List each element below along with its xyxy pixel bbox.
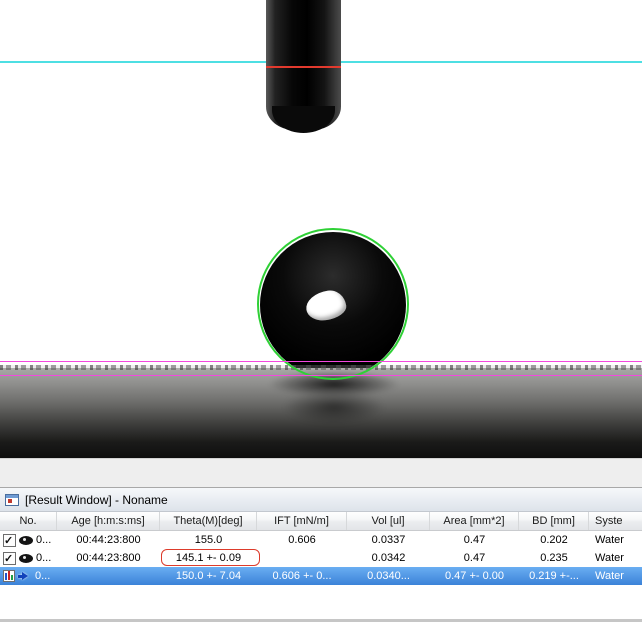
baseline-line-lower (0, 375, 642, 376)
table-row[interactable]: 0... 00:44:23:800 155.0 0.606 0.0337 0.4… (0, 531, 642, 549)
cell-no: 0... (0, 549, 57, 567)
cell-system: Water (589, 549, 642, 567)
statistics-icon (3, 570, 15, 582)
header-no[interactable]: No. (0, 512, 57, 530)
cell-system: Water (589, 531, 642, 549)
cell-system: Water (589, 567, 642, 585)
header-bd[interactable]: BD [mm] (519, 512, 589, 530)
visibility-checkbox[interactable] (3, 534, 16, 547)
cell-no: 0... (0, 567, 57, 585)
droplet-reflection-soft (283, 390, 385, 424)
table-row[interactable]: 0... 00:44:23:800 145.1 +- 0.09 0.0342 0… (0, 549, 642, 567)
row-number: 0... (36, 549, 51, 567)
eye-icon (19, 536, 33, 545)
cell-vol: 0.0337 (347, 531, 430, 549)
row-number: 0... (36, 531, 51, 549)
needle-marker-line (266, 66, 341, 68)
window-background-strip (0, 458, 642, 487)
eye-icon (19, 554, 33, 563)
cell-bd: 0.219 +-... (519, 567, 589, 585)
visibility-checkbox[interactable] (3, 552, 16, 565)
cell-ift: 0.606 (257, 531, 347, 549)
fit-circle-overlay (257, 228, 409, 380)
needle-tip-image (272, 106, 335, 133)
cell-area: 0.47 (430, 549, 519, 567)
cell-theta: 155.0 (160, 531, 257, 549)
header-age[interactable]: Age [h:m:s:ms] (57, 512, 160, 530)
header-theta[interactable]: Theta(M)[deg] (160, 512, 257, 530)
header-vol[interactable]: Vol [ul] (347, 512, 430, 530)
cell-area: 0.47 +- 0.00 (430, 567, 519, 585)
header-area[interactable]: Area [mm*2] (430, 512, 519, 530)
cell-theta: 145.1 +- 0.09 (160, 549, 257, 567)
result-window-title-bar[interactable]: [Result Window] - Noname (0, 488, 642, 512)
cell-ift: 0.606 +- 0... (257, 567, 347, 585)
camera-view (0, 0, 642, 458)
app-screen: [Result Window] - Noname No. Age [h:m:s:… (0, 0, 642, 622)
result-window: [Result Window] - Noname No. Age [h:m:s:… (0, 487, 642, 622)
cell-ift (257, 549, 347, 567)
cell-age: 00:44:23:800 (57, 531, 160, 549)
header-ift[interactable]: IFT [mN/m] (257, 512, 347, 530)
result-window-icon[interactable] (5, 494, 19, 506)
cell-area: 0.47 (430, 531, 519, 549)
header-system[interactable]: Syste (589, 512, 642, 530)
cell-bd: 0.235 (519, 549, 589, 567)
cell-age (57, 567, 160, 585)
cell-age: 00:44:23:800 (57, 549, 160, 567)
table-header: No. Age [h:m:s:ms] Theta(M)[deg] IFT [mN… (0, 512, 642, 531)
window-title: [Result Window] - Noname (25, 493, 168, 507)
cell-vol: 0.0340... (347, 567, 430, 585)
table-row-selected[interactable]: 0... 150.0 +- 7.04 0.606 +- 0... 0.0340.… (0, 567, 642, 585)
cell-theta: 150.0 +- 7.04 (160, 567, 257, 585)
cell-no: 0... (0, 531, 57, 549)
current-row-arrow-icon (18, 572, 32, 580)
cell-bd: 0.202 (519, 531, 589, 549)
cell-vol: 0.0342 (347, 549, 430, 567)
row-number: 0... (35, 567, 50, 585)
baseline-line-upper (0, 361, 642, 362)
